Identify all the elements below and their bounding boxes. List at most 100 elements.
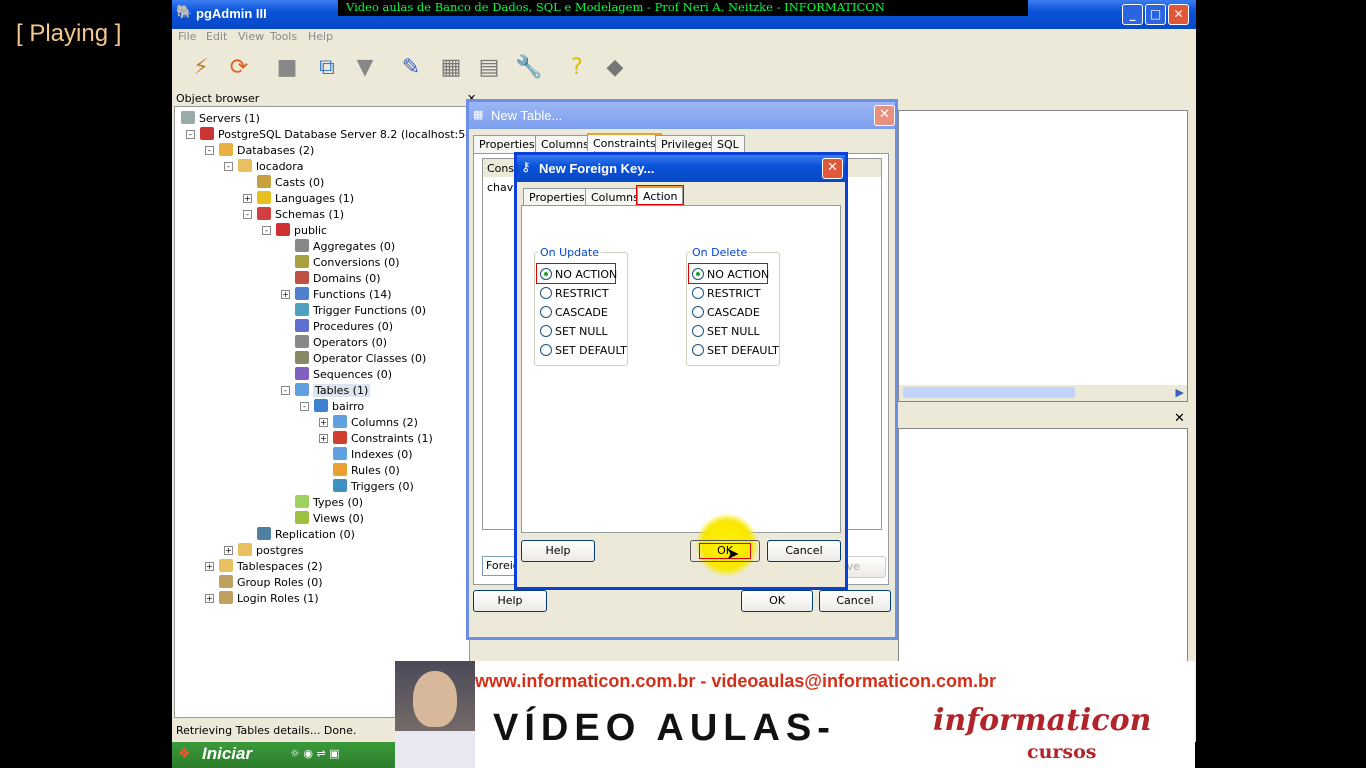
tree-expander-icon[interactable]: + [319,418,328,427]
tree-node[interactable]: Sequences (0) [295,367,392,381]
on-delete-cascade[interactable]: CASCADE [692,306,760,319]
radio-icon[interactable] [540,287,552,299]
cancel-button[interactable]: Cancel [819,590,891,612]
fk-title-bar[interactable]: ⚷ New Foreign Key... ✕ [517,155,845,182]
fk-cancel-button[interactable]: Cancel [767,540,841,562]
tree-node[interactable]: Tables (1) [295,383,371,397]
tree-node[interactable]: Indexes (0) [333,447,413,461]
tree-node[interactable]: Rules (0) [333,463,400,477]
tree-node[interactable]: postgres [238,543,304,557]
tree-expander-icon[interactable]: - [243,210,252,219]
tree-expander-icon[interactable]: + [224,546,233,555]
quicklaunch-icon[interactable]: ☼ ◉ ⇌ ▣ [290,747,340,760]
tree-node[interactable]: Languages (1) [257,191,354,205]
new-table-close-button[interactable]: ✕ [874,105,895,126]
tree-node[interactable]: Servers (1) [181,111,260,125]
refresh-icon[interactable]: ⟳ [222,51,256,85]
tree-node[interactable]: Conversions (0) [295,255,399,269]
tree-node[interactable]: Functions (14) [295,287,392,301]
tree-node[interactable]: Login Roles (1) [219,591,319,605]
sql-editor-icon[interactable]: ✎ [394,51,428,85]
tree-node[interactable]: Columns (2) [333,415,418,429]
hint-icon[interactable]: ◆ [598,51,632,85]
minimize-button[interactable]: _ [1122,4,1143,25]
fk-tab-properties[interactable]: Properties [523,188,591,206]
tree-node[interactable]: Casts (0) [257,175,324,189]
tree-node[interactable]: Aggregates (0) [295,239,395,253]
on-update-no-action[interactable]: NO ACTION [540,268,617,281]
on-delete-set-null[interactable]: SET NULL [692,325,760,338]
radio-icon[interactable] [540,306,552,318]
tree-node[interactable]: Types (0) [295,495,363,509]
tree-node[interactable]: bairro [314,399,364,413]
on-update-set-null[interactable]: SET NULL [540,325,608,338]
radio-icon[interactable] [692,325,704,337]
filtered-data-icon[interactable]: ▤ [472,51,506,85]
tree-node[interactable]: Group Roles (0) [219,575,323,589]
menu-tools[interactable]: Tools [270,30,297,43]
help-button[interactable]: Help [473,590,547,612]
close-button[interactable]: ✕ [1168,4,1189,25]
tree-expander-icon[interactable]: + [319,434,328,443]
on-delete-no-action[interactable]: NO ACTION [692,268,769,281]
tree-node[interactable]: Domains (0) [295,271,381,285]
tab-sql[interactable]: SQL [711,135,745,153]
tree-node[interactable]: public [276,223,327,237]
properties-icon[interactable]: ■ [270,51,304,85]
menu-help[interactable]: Help [308,30,333,43]
start-button[interactable]: Iniciar [202,744,252,764]
horizontal-scrollbar[interactable]: ▶ [899,385,1187,401]
menu-file[interactable]: File [178,30,196,43]
on-delete-restrict[interactable]: RESTRICT [692,287,761,300]
help-question-icon[interactable]: ? [560,51,594,85]
scrollbar-thumb[interactable] [903,387,1075,398]
create-object-icon[interactable]: ⧉ [310,51,344,85]
on-update-cascade[interactable]: CASCADE [540,306,608,319]
ok-button[interactable]: OK [741,590,813,612]
tab-columns[interactable]: Columns [535,135,595,153]
tree-node[interactable]: locadora [238,159,304,173]
fk-help-button[interactable]: Help [521,540,595,562]
radio-icon[interactable] [692,287,704,299]
new-table-title-bar[interactable]: ▦ New Table... ✕ [469,102,895,129]
tree-expander-icon[interactable]: + [281,290,290,299]
radio-selected-icon[interactable] [540,268,552,280]
sql-pane-close-icon[interactable]: ✕ [1174,411,1185,426]
radio-icon[interactable] [692,306,704,318]
title-bar[interactable]: 🐘 pgAdmin III Video aulas de Banco de Da… [172,0,1196,29]
on-delete-set-default[interactable]: SET DEFAULT [692,344,779,357]
on-update-set-default[interactable]: SET DEFAULT [540,344,627,357]
drop-object-icon[interactable]: ▼ [348,51,382,85]
tree-expander-icon[interactable]: - [281,386,290,395]
tab-properties[interactable]: Properties [473,135,541,153]
on-update-restrict[interactable]: RESTRICT [540,287,609,300]
view-data-icon[interactable]: ▦ [434,51,468,85]
tree-node[interactable]: Schemas (1) [257,207,344,221]
tree-node[interactable]: Operators (0) [295,335,387,349]
radio-icon[interactable] [540,344,552,356]
radio-icon[interactable] [692,344,704,356]
tree-node[interactable]: Constraints (1) [333,431,433,445]
maximize-button[interactable]: □ [1145,4,1166,25]
menu-edit[interactable]: Edit [206,30,227,43]
tree-expander-icon[interactable]: - [205,146,214,155]
fk-tab-action[interactable]: Action [635,185,685,205]
tree-expander-icon[interactable]: + [205,562,214,571]
tab-constraints[interactable]: Constraints [587,133,662,151]
tree-node[interactable]: Trigger Functions (0) [295,303,426,317]
tree-expander-icon[interactable]: - [224,162,233,171]
maintenance-wrench-icon[interactable]: 🔧 [512,51,546,85]
fk-tab-columns[interactable]: Columns [585,188,645,206]
fk-ok-button[interactable]: OK [690,540,760,562]
tree-expander-icon[interactable]: - [186,130,195,139]
tree-expander-icon[interactable]: - [262,226,271,235]
tree-node[interactable]: Databases (2) [219,143,314,157]
tree-node[interactable]: Operator Classes (0) [295,351,426,365]
tree-node[interactable]: Replication (0) [257,527,355,541]
connect-plug-icon[interactable]: ⚡ [184,51,218,85]
radio-selected-icon[interactable] [692,268,704,280]
scroll-right-icon[interactable]: ▶ [1176,386,1184,399]
tree-node[interactable]: Views (0) [295,511,364,525]
tree-expander-icon[interactable]: + [205,594,214,603]
tree-node[interactable]: Triggers (0) [333,479,414,493]
